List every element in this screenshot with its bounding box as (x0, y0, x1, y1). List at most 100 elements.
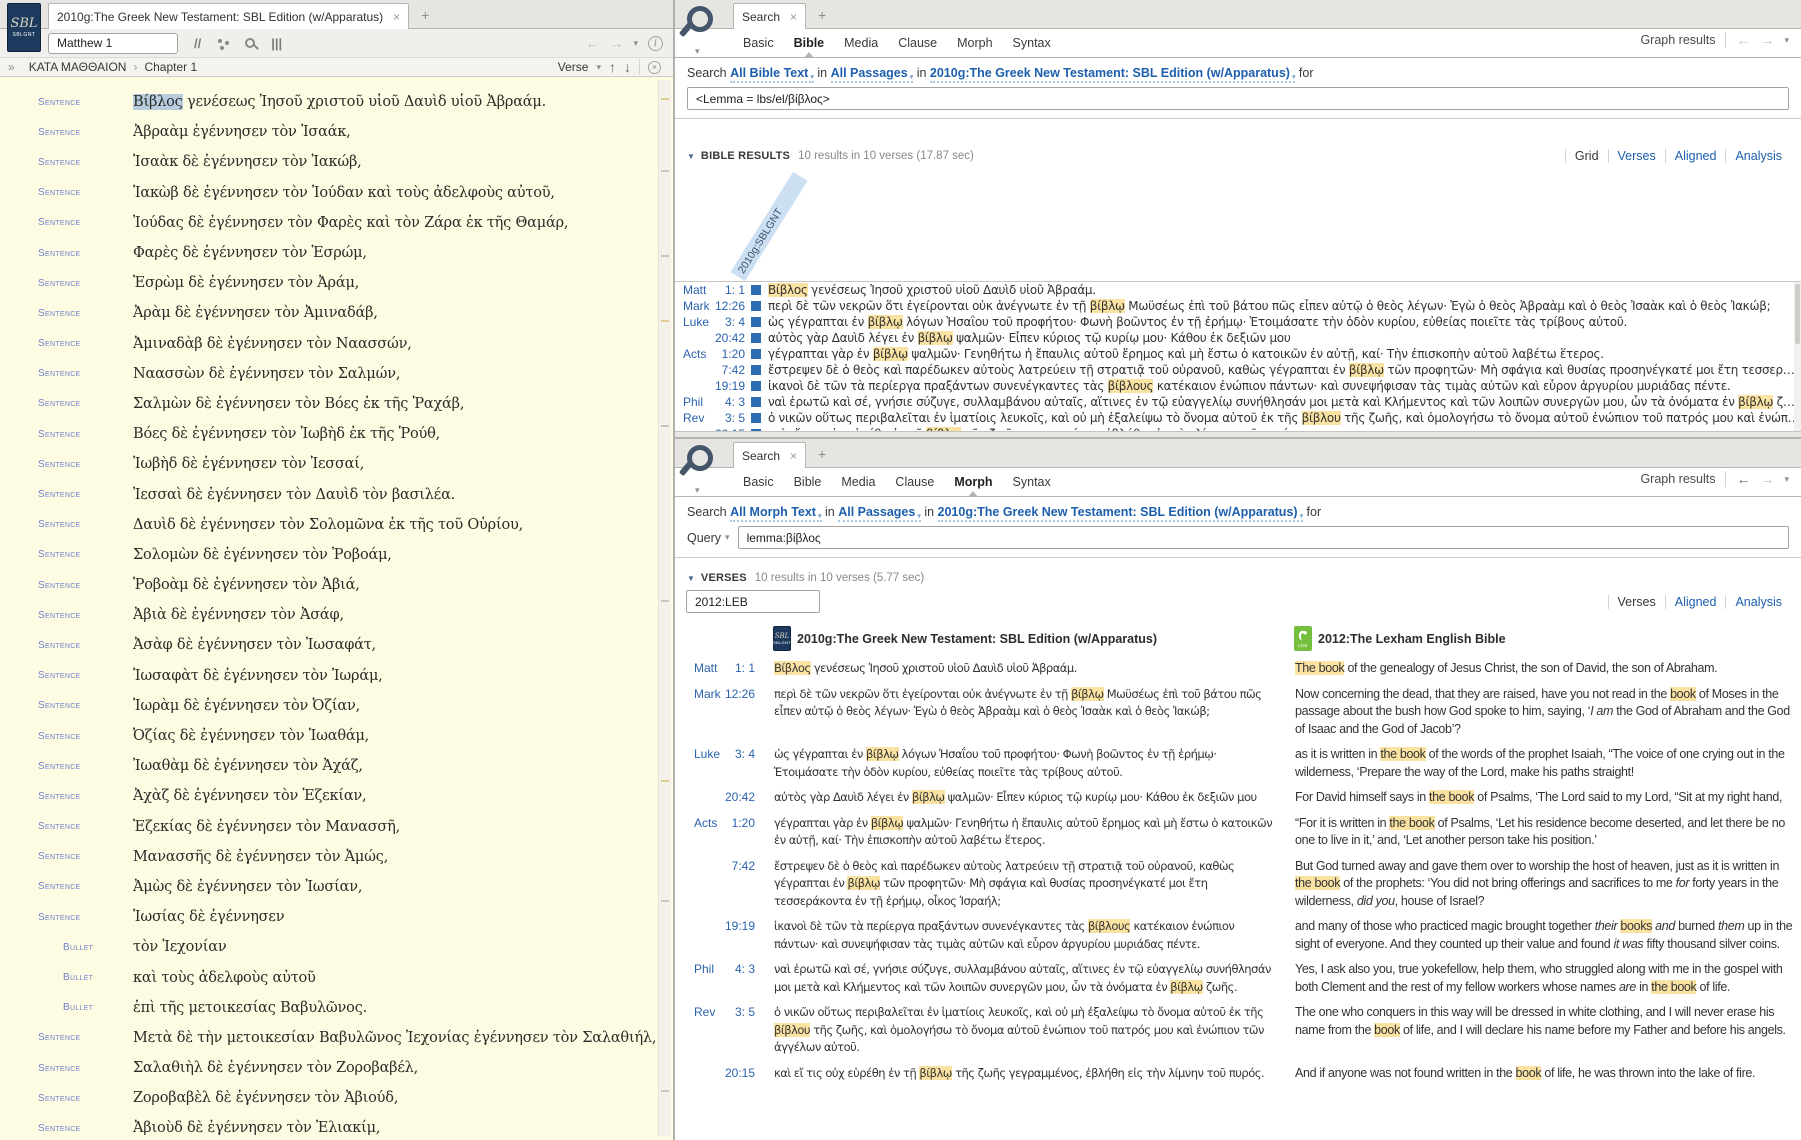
greek-verse-text[interactable]: περὶ δὲ τῶν νεκρῶν ὅτι ἐγείρονται οὐκ ἀν… (774, 686, 1279, 721)
greek-verse-text[interactable]: ὡς γέγραπται ἐν βίβλῳ λόγων Ἠσαΐου τοῦ π… (774, 746, 1279, 781)
english-verse-text[interactable]: The book of the genealogy of Jesus Chris… (1295, 660, 1795, 678)
greek-verse-text[interactable]: ἱκανοὶ δὲ τῶν τὰ περίεργα πραξάντων συνε… (768, 379, 1801, 393)
columns-icon[interactable]: ||| (271, 36, 282, 51)
greek-verse-text[interactable]: γέγραπται γὰρ ἐν βίβλῳ ψαλμῶν· Γενηθήτω … (768, 347, 1801, 361)
greek-verse-text[interactable]: Βίβλος γενέσεως Ἰησοῦ χριστοῦ υἱοῦ Δαυὶδ… (774, 660, 1279, 678)
text-row[interactable]: Sentence Ἑζεκίας δὲ ἐγέννησεν τὸν Μανασσ… (0, 812, 673, 842)
row-type-label[interactable]: Sentence (38, 881, 130, 892)
row-type-label[interactable]: Sentence (38, 429, 130, 440)
reference-input-box[interactable] (48, 32, 178, 54)
row-type-label[interactable]: Sentence (38, 187, 130, 198)
greek-sentence[interactable]: Σαλαθιὴλ δὲ ἐγέννησεν τὸν Ζοροβαβέλ, (133, 1060, 418, 1076)
search-kind-tab[interactable]: Bible (784, 468, 832, 496)
greek-sentence[interactable]: Ἰωσαφὰτ δὲ ἐγέννησεν τὸν Ἰωράμ, (133, 668, 383, 684)
text-row[interactable]: Sentence Δαυὶδ δὲ ἐγέννησεν τὸν Σολομῶνα… (0, 510, 673, 540)
english-verse-text[interactable]: Yes, I ask also you, true yokefellow, he… (1295, 961, 1795, 996)
collapse-section-icon[interactable]: ▼ (687, 574, 695, 583)
greek-verse-text[interactable]: αὐτὸς γὰρ Δαυὶδ λέγει ἐν βίβλῳ ψαλμῶν· Ε… (768, 331, 1801, 345)
view-link[interactable]: Grid (1564, 149, 1608, 163)
inline-search-icon[interactable] (245, 38, 256, 48)
greek-sentence[interactable]: Δαυὶδ δὲ ἐγέννησεν τὸν Σολομῶνα ἐκ τῆς τ… (133, 517, 523, 533)
expand-chevrons-icon[interactable]: » (8, 60, 15, 74)
verse-reference[interactable]: Mark 12:26 (694, 686, 755, 704)
row-type-label[interactable]: Sentence (38, 1063, 130, 1074)
hit-marker-square[interactable] (751, 285, 761, 295)
next-verse-icon[interactable]: ↓ (624, 59, 631, 75)
history-dropdown-icon[interactable]: ▾ (633, 38, 638, 49)
english-verse-text[interactable]: The one who conquers in this way will be… (1295, 1004, 1795, 1039)
row-type-label[interactable]: Sentence (38, 97, 130, 108)
results-section-label[interactable]: VERSES (701, 572, 747, 584)
left-scrollbar[interactable] (658, 80, 671, 1136)
search-kind-tab[interactable]: Syntax (1003, 468, 1061, 496)
previous-verse-icon[interactable]: ↑ (609, 59, 616, 75)
close-tab-icon[interactable]: × (790, 449, 797, 463)
new-tab-icon[interactable]: + (818, 446, 826, 467)
greek-verse-text[interactable]: αὐτὸς γὰρ Δαυὶδ λέγει ἐν βίβλῳ ψαλμῶν· Ε… (774, 789, 1279, 807)
text-row[interactable]: Sentence Ἰωσαφὰτ δὲ ἐγέννησεν τὸν Ἰωράμ, (0, 661, 673, 691)
greek-sentence[interactable]: Ἰωρὰμ δὲ ἐγέννησεν τὸν Ὀζίαν, (133, 698, 360, 714)
hit-marker-square[interactable] (751, 317, 761, 327)
verse-reference[interactable]: 7:42 (683, 363, 745, 377)
row-type-label[interactable]: Sentence (38, 248, 130, 259)
search-kind-tab[interactable]: Morph (944, 468, 1002, 497)
verse-reference[interactable]: Phil 4: 3 (694, 961, 755, 979)
greek-sentence[interactable]: Ἀβιὰ δὲ ἐγέννησεν τὸν Ἀσάφ, (133, 607, 344, 623)
greek-sentence[interactable]: Βίβλος γενέσεως Ἰησοῦ χριστοῦ υἱοῦ Δαυὶδ… (133, 94, 546, 111)
verse-reference[interactable]: Luke 3: 4 (683, 315, 745, 329)
greek-verse-text[interactable]: ὁ νικῶν οὕτως περιβαλεῖται ἐν ἱματίοις λ… (768, 411, 1801, 425)
greek-sentence[interactable]: Μετὰ δὲ τὴν μετοικεσίαν Βαβυλῶνος Ἰεχονί… (133, 1030, 657, 1046)
graph-results-link[interactable]: Graph results (1640, 33, 1715, 47)
search-kind-tab[interactable]: Basic (733, 468, 784, 496)
close-locator-icon[interactable]: × (648, 60, 661, 74)
row-type-label[interactable]: Sentence (38, 912, 130, 923)
greek-sentence[interactable]: Ῥοβοὰμ δὲ ἐγέννησεν τὸν Ἀβιά, (133, 577, 360, 593)
greek-sentence[interactable]: Σολομὼν δὲ ἐγέννησεν τὸν Ῥοβοάμ, (133, 547, 392, 563)
row-type-label[interactable]: Sentence (38, 761, 130, 772)
greek-verse-text[interactable]: ἔστρεψεν δὲ ὁ θεὸς καὶ παρέδωκεν αὐτοὺς … (774, 858, 1279, 911)
history-dropdown-icon[interactable]: ▾ (1784, 474, 1789, 485)
back-icon[interactable]: ← (1736, 471, 1750, 487)
version-filter-input[interactable] (693, 593, 813, 610)
aligned-verse-row[interactable]: 20:42 αὐτὸς γὰρ Δαυὶδ λέγει ἐν βίβλῳ ψαλ… (675, 789, 1801, 807)
aligned-verse-row[interactable]: Luke 3: 4 ὡς γέγραπται ἐν βίβλῳ λόγων Ἠσ… (675, 746, 1801, 781)
text-row[interactable]: Sentence Ἰωαθὰμ δὲ ἐγέννησεν τὸν Ἀχάζ, (0, 751, 673, 781)
search-kind-tab[interactable]: Basic (733, 29, 784, 57)
greek-sentence[interactable]: Ἀβιοὺδ δὲ ἐγέννησεν τὸν Ἐλιακίμ, (133, 1120, 380, 1136)
hit-marker-square[interactable] (751, 397, 761, 407)
aligned-verse-row[interactable]: Mark 12:26 περὶ δὲ τῶν νεκρῶν ὅτι ἐγείρο… (675, 686, 1801, 739)
locator-book[interactable]: ΚΑΤΑ ΜΑΘΘΑΙΟΝ (29, 60, 127, 74)
search-kind-tab[interactable]: Clause (885, 468, 944, 496)
verse-reference[interactable]: 19:19 (694, 918, 755, 936)
row-type-label[interactable]: Sentence (38, 640, 130, 651)
hit-marker-square[interactable] (751, 349, 761, 359)
greek-sentence[interactable]: Βόες δὲ ἐγέννησεν τὸν Ἰωβὴδ ἐκ τῆς Ῥούθ, (133, 426, 440, 442)
text-row[interactable]: Sentence Ἀμιναδὰβ δὲ ἐγέννησεν τὸν Ναασσ… (0, 329, 673, 359)
greek-sentence[interactable]: Ἰωβὴδ δὲ ἐγέννησεν τὸν Ἰεσσαί, (133, 456, 364, 472)
row-type-label[interactable]: Sentence (38, 700, 130, 711)
collapse-section-icon[interactable]: ▼ (687, 152, 695, 161)
greek-verse-text[interactable]: ναὶ ἐρωτῶ καὶ σέ, γνήσιε σύζυγε, συλλαμβ… (774, 961, 1279, 996)
greek-sentence[interactable]: Ἑσρὼμ δὲ ἐγέννησεν τὸν Ἀράμ, (133, 275, 359, 291)
greek-verse-text[interactable]: ἱκανοὶ δὲ τῶν τὰ περίεργα πραξάντων συνε… (774, 918, 1279, 953)
row-type-label[interactable]: Sentence (38, 338, 130, 349)
text-row[interactable]: Sentence Ἰούδας δὲ ἐγέννησεν τὸν Φαρὲς κ… (0, 208, 673, 238)
history-dropdown-icon[interactable]: ▾ (1784, 35, 1789, 46)
search-query-box[interactable] (687, 87, 1789, 110)
greek-sentence[interactable]: Ἀρὰμ δὲ ἐγέννησεν τὸν Ἀμιναδάβ, (133, 305, 378, 321)
greek-sentence[interactable]: Ἀχὰζ δὲ ἐγέννησεν τὸν Ἑζεκίαν, (133, 788, 367, 804)
hit-marker-square[interactable] (751, 333, 761, 343)
greek-sentence[interactable]: Ἀμὼς δὲ ἐγέννησεν τὸν Ἰωσίαν, (133, 879, 362, 895)
text-row[interactable]: Sentence Ἀβραὰμ ἐγέννησεν τὸν Ἰσαάκ, (0, 117, 673, 147)
verse-reference[interactable]: 7:42 (694, 858, 755, 876)
greek-sentence[interactable]: Ἰσαὰκ δὲ ἐγέννησεν τὸν Ἰακώβ, (133, 154, 362, 170)
verse-reference[interactable]: Acts 1:20 (683, 347, 745, 361)
row-type-label[interactable]: Sentence (38, 157, 130, 168)
new-tab-icon[interactable]: + (421, 7, 429, 28)
grid-result-row[interactable]: Luke 3: 4 ὡς γέγραπται ἐν βίβλῳ λόγων Ἠσ… (675, 314, 1801, 330)
info-icon[interactable]: i (648, 35, 663, 51)
greek-sentence[interactable]: τὸν Ἰεχονίαν (133, 939, 227, 955)
text-row[interactable]: Sentence Ἰσαὰκ δὲ ἐγέννησεν τὸν Ἰακώβ, (0, 147, 673, 177)
search-kind-tab[interactable]: Syntax (1003, 29, 1061, 57)
greek-sentence[interactable]: Ζοροβαβὲλ δὲ ἐγέννησεν τὸν Ἀβιούδ, (133, 1090, 398, 1106)
